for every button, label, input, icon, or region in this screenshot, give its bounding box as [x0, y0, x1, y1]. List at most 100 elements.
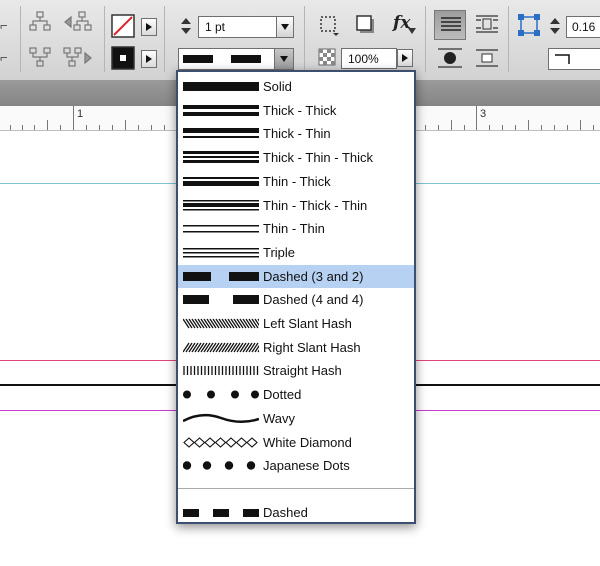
menu-separator	[178, 488, 414, 489]
stroke-type-dropdown-button[interactable]	[274, 48, 294, 70]
fill-menu-button[interactable]	[141, 18, 157, 36]
rotate-icon[interactable]: ⌐	[0, 18, 8, 33]
left-slant-hash-stroke-preview	[183, 318, 259, 329]
stroke-type-item-triple[interactable]: Triple	[178, 241, 414, 264]
control-toolbar: ⌐ ⌐ 1 pt fx 100% 0.16	[0, 0, 600, 81]
stroke-swatch[interactable]	[111, 46, 135, 70]
corner-size-value: 0.16	[572, 20, 596, 34]
stroke-type-item-thick-thick[interactable]: Thick - Thick	[178, 99, 414, 122]
stroke-type-label: Wavy	[263, 410, 296, 426]
stroke-type-item-white-diamond[interactable]: White Diamond	[178, 431, 414, 454]
stroke-type-label: Dashed (4 and 4)	[263, 292, 364, 308]
separator	[425, 6, 426, 72]
separator	[164, 6, 165, 72]
stroke-type-item-japanese-dots[interactable]: Japanese Dots	[178, 454, 414, 477]
stroke-type-label: Thick - Thin - Thick	[263, 150, 374, 166]
thin-thick-thin-stroke-preview	[183, 199, 259, 210]
text-wrap-none-icon	[441, 17, 461, 31]
opacity-field[interactable]: 100%	[341, 48, 397, 69]
opacity-icon	[318, 48, 336, 66]
select-content-icon[interactable]	[28, 46, 52, 70]
thin-thick-stroke-preview	[183, 176, 259, 186]
wrap-object-shape-icon[interactable]	[438, 48, 462, 68]
select-container-icon[interactable]	[28, 10, 52, 34]
straight-hash-stroke-preview	[183, 366, 259, 376]
stroke-type-label: Thick - Thick	[263, 102, 337, 118]
drop-shadow-icon[interactable]	[355, 14, 377, 36]
stroke-weight-stepper[interactable]	[179, 16, 193, 36]
stroke-type-label: Straight Hash	[263, 363, 342, 379]
separator	[304, 6, 305, 72]
japanese-dots-stroke-preview	[183, 461, 256, 470]
stroke-weight-dropdown-button[interactable]	[276, 16, 294, 38]
thick-thin-thick-stroke-preview	[183, 151, 259, 164]
stroke-type-item-dotted[interactable]: Dotted	[178, 383, 414, 406]
stroke-type-item-left-slant-hash[interactable]: Left Slant Hash	[178, 312, 414, 335]
corner-shape-dropdown[interactable]	[548, 48, 600, 70]
stroke-weight-field[interactable]: 1 pt	[198, 16, 280, 38]
no-text-wrap-button[interactable]	[434, 10, 466, 40]
stroke-type-field[interactable]	[178, 48, 276, 70]
opacity-menu-button[interactable]	[397, 49, 413, 67]
thick-thin-stroke-preview	[183, 128, 259, 139]
separator	[104, 6, 105, 72]
dotted-stroke-preview	[183, 390, 259, 399]
dashed-4-4-stroke-preview	[183, 295, 259, 305]
shear-icon[interactable]: ⌐	[0, 50, 8, 65]
effects-menu-arrow-icon[interactable]	[408, 28, 416, 34]
stroke-type-label: Thin - Thick - Thin	[263, 197, 368, 213]
stroke-type-label: Solid	[263, 79, 292, 94]
stroke-type-item-thin-thick[interactable]: Thin - Thick	[178, 170, 414, 193]
stroke-type-item-dashed-custom[interactable]: Dashed	[178, 501, 414, 524]
stroke-type-label: Thin - Thin	[263, 221, 325, 237]
dashed-3-2-stroke-preview	[183, 271, 259, 281]
select-previous-object-icon[interactable]	[62, 10, 94, 34]
separator	[20, 6, 21, 72]
stroke-type-item-dashed-4-4[interactable]: Dashed (4 and 4)	[178, 288, 414, 311]
stroke-type-label: Thin - Thick	[263, 173, 331, 189]
opacity-value: 100%	[348, 52, 379, 66]
dashed-custom-stroke-preview	[183, 509, 259, 517]
wrap-bounding-box-icon[interactable]	[476, 14, 498, 34]
select-next-object-icon[interactable]	[62, 46, 94, 70]
ruler-label-3: 3	[480, 108, 487, 120]
fill-swatch[interactable]	[111, 14, 135, 38]
stroke-type-item-dashed-3-2[interactable]: Dashed (3 and 2)	[178, 264, 414, 288]
separator	[508, 6, 509, 72]
corner-size-stepper[interactable]	[548, 16, 562, 36]
stroke-type-menu: Solid Thick - Thick Thick - Thin Thick - Th…	[176, 70, 416, 524]
jump-object-icon[interactable]	[476, 48, 498, 68]
frame-fitting-icon[interactable]	[318, 14, 340, 36]
wavy-stroke-preview	[183, 413, 259, 423]
stroke-type-item-thin-thick-thin[interactable]: Thin - Thick - Thin	[178, 194, 414, 217]
thin-thin-stroke-preview	[183, 225, 259, 233]
stroke-type-label: Japanese Dots	[263, 458, 350, 474]
ruler-label-1: 1	[77, 108, 84, 120]
stroke-type-item-wavy[interactable]: Wavy	[178, 407, 414, 430]
triple-stroke-preview	[183, 247, 259, 258]
stroke-weight-value: 1 pt	[205, 20, 226, 34]
stroke-type-label: Dashed (3 and 2)	[263, 268, 364, 284]
stroke-type-label: Left Slant Hash	[263, 316, 352, 331]
corner-size-field[interactable]: 0.16	[566, 16, 600, 38]
stroke-type-label: Dotted	[263, 387, 302, 403]
stroke-type-item-thick-thin[interactable]: Thick - Thin	[178, 122, 414, 145]
stroke-type-label: White Diamond	[263, 434, 352, 450]
thick-thick-stroke-preview	[183, 104, 259, 116]
stroke-type-label: Thick - Thin	[263, 126, 331, 142]
stroke-type-item-solid[interactable]: Solid	[178, 75, 414, 98]
stroke-type-item-right-slant-hash[interactable]: Right Slant Hash	[178, 336, 414, 359]
stroke-type-label: Dashed	[263, 505, 308, 520]
solid-stroke-preview	[183, 82, 259, 91]
stroke-type-item-thin-thin[interactable]: Thin - Thin	[178, 217, 414, 240]
corner-options-icon[interactable]	[518, 14, 540, 36]
current-stroke-type-preview	[183, 55, 261, 63]
white-diamond-stroke-preview	[183, 436, 258, 448]
right-slant-hash-stroke-preview	[183, 342, 259, 353]
stroke-type-item-thick-thin-thick[interactable]: Thick - Thin - Thick	[178, 146, 414, 169]
stroke-type-label: Triple	[263, 244, 296, 260]
corner-shape-preview	[555, 54, 570, 64]
stroke-type-label: Right Slant Hash	[263, 339, 361, 355]
stroke-menu-button[interactable]	[141, 50, 157, 68]
stroke-type-item-straight-hash[interactable]: Straight Hash	[178, 359, 414, 382]
